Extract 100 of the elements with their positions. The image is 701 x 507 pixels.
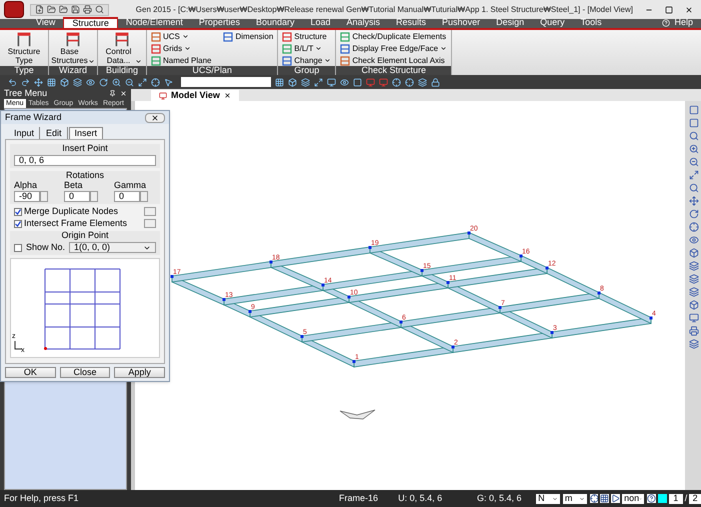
toolbar-icon[interactable] — [275, 78, 284, 86]
ribbon-tab[interactable]: Properties — [190, 17, 248, 28]
grid-icon[interactable] — [600, 494, 610, 503]
dialog-button[interactable]: OK — [5, 367, 56, 378]
toolbar-icon[interactable] — [151, 78, 160, 86]
maximize-icon[interactable] — [665, 6, 673, 14]
toolbar-icon[interactable] — [379, 78, 388, 86]
toolbar-icon[interactable] — [47, 78, 56, 86]
toolbar-icon[interactable] — [688, 313, 698, 323]
ribbon-button[interactable]: Display Free Edge/Face — [340, 43, 448, 54]
view-tab[interactable]: Model View — [151, 90, 239, 101]
toolbar-icon[interactable] — [138, 78, 147, 86]
ribbon-tab[interactable]: Boundary — [248, 17, 302, 28]
dialog-button[interactable]: Apply — [114, 367, 166, 378]
toolbar-icon[interactable] — [688, 170, 698, 180]
ribbon-tab[interactable]: Tools — [572, 17, 610, 28]
toolbar-icon[interactable] — [99, 78, 108, 86]
quick-access-icon[interactable] — [83, 5, 92, 14]
toolbar-icon[interactable] — [688, 326, 698, 336]
ribbon-tab[interactable]: Query — [532, 17, 573, 28]
toolbar-icon[interactable] — [688, 339, 698, 349]
toolbar-icon[interactable] — [688, 183, 698, 193]
rotation-field[interactable]: 0 — [64, 191, 90, 202]
ribbon-tab[interactable]: Design — [488, 17, 532, 28]
toolbar-icon[interactable] — [688, 209, 698, 219]
ribbon-large-button[interactable]: Control Data... — [102, 31, 142, 66]
toolbar-icon[interactable] — [73, 78, 82, 86]
close-button[interactable] — [145, 112, 165, 122]
toolbar-icon[interactable] — [688, 144, 698, 154]
ribbon-tab[interactable]: Results — [388, 17, 434, 28]
ribbon-button[interactable]: Change — [282, 55, 332, 66]
ribbon-large-button[interactable]: Base Structures — [53, 31, 93, 66]
ribbon-tab[interactable]: Load — [302, 17, 339, 28]
checkbox[interactable] — [14, 220, 22, 228]
ribbon-tab[interactable]: Analysis — [338, 17, 388, 28]
unit-dropdown[interactable]: m — [562, 494, 587, 504]
insert-point-field[interactable]: 0, 0, 6 — [14, 155, 156, 166]
toolbar-icon[interactable] — [125, 78, 134, 86]
ribbon-button[interactable]: Grids — [151, 43, 212, 54]
play-icon[interactable] — [611, 494, 620, 503]
ribbon-button[interactable]: UCS — [151, 31, 212, 42]
toolbar-icon[interactable] — [688, 300, 698, 310]
color-swatch[interactable] — [658, 494, 667, 503]
close-icon[interactable] — [685, 6, 693, 14]
ribbon-large-button[interactable]: Structure Type — [4, 31, 44, 66]
toolbar-icon[interactable] — [340, 78, 349, 86]
toolbar-icon[interactable] — [688, 235, 698, 245]
ribbon-button[interactable]: Named Plane — [151, 55, 212, 66]
snap-icon[interactable] — [590, 494, 598, 503]
dialog-tab[interactable]: Insert — [68, 127, 104, 139]
toolbar-icon[interactable] — [688, 261, 698, 271]
close-icon[interactable] — [224, 92, 231, 99]
toolbar-icon[interactable] — [21, 78, 30, 86]
toolbar-icon[interactable] — [86, 78, 95, 86]
checkbox[interactable] — [14, 244, 22, 252]
ribbon-tab[interactable]: Node/Element — [118, 17, 191, 28]
help-icon[interactable] — [647, 494, 656, 503]
toolbar-icon[interactable] — [688, 274, 698, 284]
toolbar-icon[interactable] — [688, 131, 698, 141]
ribbon-button[interactable]: B/L/T — [282, 43, 332, 54]
toolbar-icon[interactable] — [405, 78, 414, 86]
quick-access-icon[interactable] — [35, 5, 44, 14]
toolbar-icon[interactable] — [8, 78, 17, 86]
ribbon-tab[interactable]: Pushover — [434, 17, 488, 28]
quick-access-icon[interactable] — [95, 5, 104, 14]
toolbar-icon[interactable] — [418, 78, 427, 86]
toolbar-icon[interactable] — [366, 78, 375, 86]
toolbar-icon[interactable] — [688, 248, 698, 258]
toolbar-icon[interactable] — [688, 157, 698, 167]
dialog-button[interactable]: Close — [60, 367, 110, 378]
toolbar-icon[interactable] — [314, 78, 323, 86]
checkbox[interactable] — [14, 208, 22, 216]
app-logo[interactable] — [4, 1, 24, 18]
page-field[interactable]: 1 — [668, 494, 683, 504]
toolbar-icon[interactable] — [431, 78, 440, 86]
ribbon-button[interactable]: Check/Duplicate Elements — [340, 31, 448, 42]
ribbon-tab[interactable]: View — [28, 17, 64, 28]
rotation-field[interactable]: -90 — [14, 191, 40, 202]
toolbar-icon[interactable] — [288, 78, 297, 86]
quick-access-icon[interactable] — [71, 5, 80, 14]
toolbar-icon[interactable] — [353, 78, 362, 86]
pin-icon[interactable] — [109, 90, 116, 97]
toolbar-icon[interactable] — [392, 78, 401, 86]
toolbar-icon[interactable] — [112, 78, 121, 86]
ribbon-button[interactable]: Check Element Local Axis — [340, 55, 448, 66]
toolbar-icon[interactable] — [327, 78, 336, 86]
toolbar-icon[interactable] — [301, 78, 310, 86]
toolbar-icon[interactable] — [688, 287, 698, 297]
unit-dropdown[interactable]: N — [536, 494, 560, 504]
toolbar-icon[interactable] — [60, 78, 69, 86]
toolbar-icon[interactable] — [688, 222, 698, 232]
toolbar-icon[interactable] — [688, 196, 698, 206]
help-link[interactable]: Help — [674, 18, 693, 27]
ribbon-tab[interactable]: Structure — [63, 17, 118, 28]
ribbon-button[interactable]: Structure — [282, 31, 332, 42]
snap-dropdown[interactable]: non — [622, 494, 644, 504]
toolbar-icon[interactable] — [34, 78, 43, 86]
toolbar-icon[interactable] — [164, 78, 173, 86]
rotation-field[interactable]: 0 — [114, 191, 140, 202]
ribbon-button[interactable]: Dimension — [223, 31, 274, 42]
